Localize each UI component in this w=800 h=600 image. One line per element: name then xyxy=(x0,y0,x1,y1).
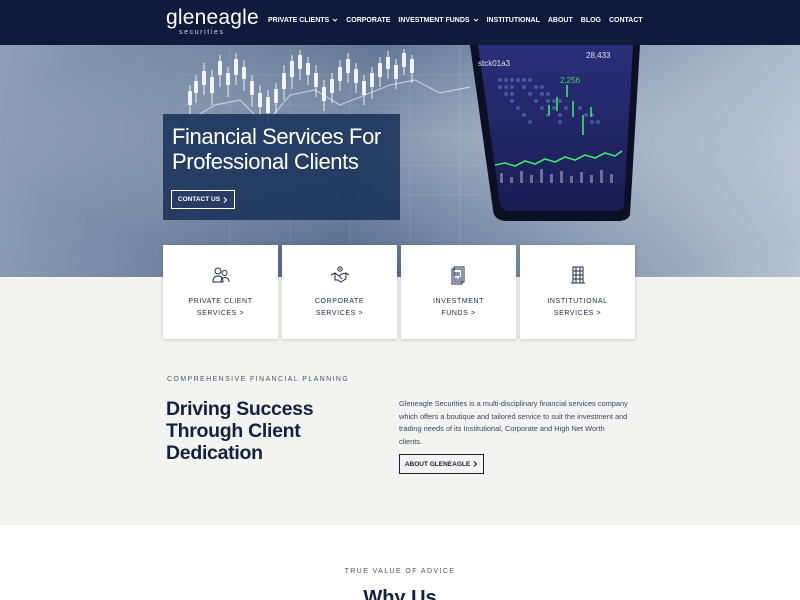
nav-item-institutional[interactable]: Institutional xyxy=(487,17,540,24)
card-label-line1: Investment xyxy=(432,298,485,305)
document-chart-icon xyxy=(451,266,465,285)
nav-label-institutional: Institutional xyxy=(486,16,540,24)
card-label: Corporate Services > xyxy=(282,296,397,320)
card-label-line2: Services > xyxy=(196,310,245,317)
nav-item-private-clients[interactable]: Private Clients xyxy=(268,17,338,24)
card-label-line1: Private Client xyxy=(188,298,253,305)
phone-value-text: 28,433 xyxy=(586,51,611,60)
building-icon xyxy=(571,266,585,284)
intro-eyebrow: Comprehensive Financial Planning xyxy=(167,376,350,383)
card-institutional-services[interactable]: Institutional Services > xyxy=(520,245,635,339)
nav-label-about: About xyxy=(547,16,573,24)
card-label: Institutional Services > xyxy=(520,296,635,320)
hero-banner: stck01a3 28,433 2,256 Financial Services… xyxy=(0,45,800,277)
chevron-right-icon xyxy=(223,196,228,203)
nav-label-corporate: Corporate xyxy=(346,16,391,24)
phone-change-text: 2,256 xyxy=(560,76,581,85)
people-icon xyxy=(212,267,230,283)
nav-label-investment-funds: Investment Funds xyxy=(398,16,470,24)
about-gleneagle-label: About Gleneagle xyxy=(404,460,471,468)
nav-item-investment-funds[interactable]: Investment Funds xyxy=(398,17,478,24)
hero-background-image: stck01a3 28,433 2,256 xyxy=(0,45,800,277)
card-label-line1: Corporate xyxy=(314,298,365,305)
card-label-line2: Services > xyxy=(553,310,602,317)
about-gleneagle-button[interactable]: About Gleneagle xyxy=(399,454,484,474)
card-label-line2: Services > xyxy=(315,310,364,317)
card-corporate-services[interactable]: Corporate Services > xyxy=(282,245,397,339)
phone-ticker-text: stck01a3 xyxy=(478,59,511,68)
card-private-client-services[interactable]: Private Client Services > xyxy=(163,245,278,339)
hero-title: Financial Services For Professional Clie… xyxy=(172,124,381,174)
contact-us-label: Contact Us xyxy=(177,196,221,203)
logo-wordmark: gleneagle xyxy=(166,6,259,29)
nav-item-blog[interactable]: Blog xyxy=(581,17,601,24)
main-menu: Private Clients Corporate Investment Fun… xyxy=(268,14,643,26)
card-label: Investment Funds > xyxy=(401,296,516,320)
nav-label-contact: Contact xyxy=(609,16,643,24)
gleneagle-logo[interactable]: gleneagle securities xyxy=(166,6,259,40)
why-heading: Why Us xyxy=(363,587,437,600)
service-cards: Private Client Services > Corporate Serv… xyxy=(163,245,635,339)
contact-us-button[interactable]: Contact Us xyxy=(171,190,235,209)
chevron-down-icon xyxy=(473,18,478,22)
chevron-down-icon xyxy=(332,18,338,22)
intro-paragraph: Gleneagle Securities is a multi-discipli… xyxy=(399,399,628,446)
card-label-line2: Funds > xyxy=(441,310,476,317)
nav-item-contact[interactable]: Contact xyxy=(609,17,643,24)
intro-heading: Driving Success Through Client Dedicatio… xyxy=(166,398,314,464)
handshake-icon xyxy=(330,266,350,283)
nav-item-about[interactable]: About xyxy=(548,17,573,24)
chevron-right-icon xyxy=(473,461,478,467)
card-investment-funds[interactable]: Investment Funds > xyxy=(401,245,516,339)
top-navigation: gleneagle securities Private Clients Cor… xyxy=(0,0,800,45)
card-label: Private Client Services > xyxy=(163,296,278,320)
nav-label-blog: Blog xyxy=(580,16,601,24)
hero-callout: Financial Services For Professional Clie… xyxy=(163,114,400,220)
logo-tagline: securities xyxy=(179,29,225,36)
card-label-line1: Institutional xyxy=(547,298,608,305)
nav-label-private-clients: Private Clients xyxy=(268,16,330,24)
nav-item-corporate[interactable]: Corporate xyxy=(346,17,390,24)
why-eyebrow: True Value of Advice xyxy=(344,568,456,575)
